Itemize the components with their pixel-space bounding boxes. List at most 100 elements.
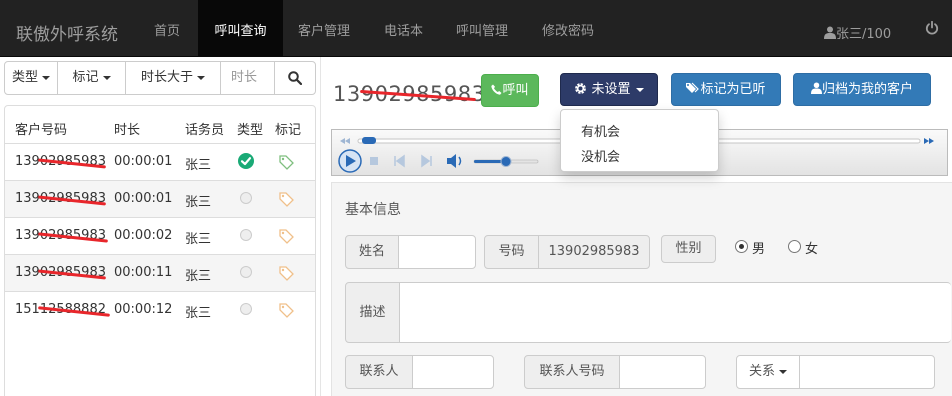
gender-female-label: 女 xyxy=(805,242,819,257)
volume-icon[interactable] xyxy=(447,154,462,168)
gear-icon xyxy=(575,83,587,94)
search-icon xyxy=(288,71,302,85)
volume-handle[interactable] xyxy=(500,156,512,167)
table-row[interactable]: 1390298598300:00:01张三 xyxy=(5,180,315,217)
type-filter-label: 类型 xyxy=(11,70,38,85)
col-header-number: 客户号码 xyxy=(15,123,68,138)
nav-call-management[interactable]: 呼叫管理 xyxy=(456,0,508,57)
unset-status-icon xyxy=(240,229,252,241)
status-button-label: 未设置 xyxy=(591,82,631,97)
duration-filter-dropdown[interactable]: 时长大于 xyxy=(126,62,221,94)
basic-info-title: 基本信息 xyxy=(345,202,401,218)
name-label: 姓名 xyxy=(345,235,399,269)
row-agent: 张三 xyxy=(185,232,212,247)
description-field[interactable] xyxy=(399,282,951,343)
tag-icon[interactable] xyxy=(278,302,294,318)
description-label: 描述 xyxy=(345,282,400,343)
phone-icon xyxy=(491,84,502,95)
chevron-down-icon xyxy=(102,75,111,80)
mark-filter-label: 标记 xyxy=(72,70,99,85)
table-row[interactable]: 1390298598300:00:02张三 xyxy=(5,217,315,254)
row-duration: 00:00:11 xyxy=(114,265,173,280)
mark-listened-label: 标记为已听 xyxy=(700,82,766,97)
power-icon[interactable] xyxy=(925,21,939,35)
nav-change-password[interactable]: 修改密码 xyxy=(542,0,594,57)
row-agent: 张三 xyxy=(185,158,212,173)
duration-input[interactable]: 时长 xyxy=(221,62,275,94)
previous-icon[interactable] xyxy=(394,154,405,168)
col-header-agent: 话务员 xyxy=(185,123,225,138)
user-name: 张三/100 xyxy=(836,27,892,42)
relation-dropdown[interactable]: 关系 xyxy=(736,355,800,389)
checked-icon xyxy=(238,153,254,169)
app-brand[interactable]: 联傲外呼系统 xyxy=(16,20,118,45)
menu-item-no-opportunity[interactable]: 没机会 xyxy=(581,146,620,165)
chevron-down-icon xyxy=(635,87,644,92)
relation-field[interactable] xyxy=(799,355,935,389)
contact-field[interactable] xyxy=(412,355,494,389)
row-agent: 张三 xyxy=(185,269,212,284)
row-duration: 00:00:12 xyxy=(114,302,173,317)
fast-forward-icon[interactable] xyxy=(924,138,934,144)
filter-bar: 类型 标记 时长大于 时长 xyxy=(4,61,316,95)
contact-number-label: 联系人号码 xyxy=(524,355,620,389)
mark-filter-dropdown[interactable]: 标记 xyxy=(58,62,126,94)
gender-male-radio[interactable] xyxy=(735,240,748,253)
tag-icon[interactable] xyxy=(278,191,294,207)
nav-user-menu[interactable]: 张三/100 xyxy=(824,23,891,42)
tag-icon[interactable] xyxy=(278,154,294,170)
table-row[interactable]: 1511258888200:00:12张三 xyxy=(5,291,315,328)
progress-handle[interactable] xyxy=(362,137,376,144)
nav-home[interactable]: 首页 xyxy=(154,0,180,57)
contact-label: 联系人 xyxy=(345,355,413,389)
nav-customer-management[interactable]: 客户管理 xyxy=(298,0,350,57)
archive-customer-button[interactable]: 归档为我的客户 xyxy=(793,73,931,106)
contact-number-field[interactable] xyxy=(619,355,706,389)
row-agent: 张三 xyxy=(185,306,212,321)
call-list-panel: 客户号码 时长 话务员 类型 标记 1390298598300:00:01张三1… xyxy=(4,105,316,396)
row-duration: 00:00:01 xyxy=(114,191,173,206)
number-field: 13902985983 xyxy=(538,235,650,269)
stop-icon[interactable] xyxy=(370,157,378,165)
call-button-label: 呼叫 xyxy=(502,83,529,98)
panel-divider xyxy=(320,57,321,396)
table-row[interactable]: 1390298598300:00:01张三 xyxy=(5,143,315,180)
unset-status-icon xyxy=(240,192,252,204)
chevron-down-icon xyxy=(42,75,50,80)
status-dropdown-button[interactable]: 未设置 xyxy=(560,73,658,106)
col-header-mark: 标记 xyxy=(275,123,302,138)
col-header-type: 类型 xyxy=(237,123,264,138)
row-duration: 00:00:02 xyxy=(114,228,173,243)
tag-icon[interactable] xyxy=(278,228,294,244)
user-icon xyxy=(824,26,836,39)
row-duration: 00:00:01 xyxy=(114,154,173,169)
top-navbar: 联傲外呼系统 首页 呼叫查询 客户管理 电话本 呼叫管理 修改密码 张三/100 xyxy=(0,0,952,57)
search-button[interactable] xyxy=(275,62,316,94)
tags-icon xyxy=(686,82,700,93)
mark-listened-button[interactable]: 标记为已听 xyxy=(671,73,781,106)
number-label: 号码 xyxy=(484,235,539,269)
rewind-icon[interactable] xyxy=(340,138,350,144)
call-button[interactable]: 呼叫 xyxy=(481,74,539,107)
duration-filter-label: 时长大于 xyxy=(140,70,193,85)
gender-female-radio[interactable] xyxy=(788,240,801,253)
play-icon[interactable] xyxy=(338,149,362,173)
row-agent: 张三 xyxy=(185,195,212,210)
unset-status-icon xyxy=(240,303,252,315)
col-header-duration: 时长 xyxy=(114,123,141,138)
next-icon[interactable] xyxy=(421,154,432,168)
chevron-down-icon xyxy=(197,75,205,80)
user-icon xyxy=(810,82,822,94)
type-filter-dropdown[interactable]: 类型 xyxy=(5,62,58,94)
nav-phonebook[interactable]: 电话本 xyxy=(384,0,423,57)
unset-status-icon xyxy=(240,266,252,278)
nav-call-query[interactable]: 呼叫查询 xyxy=(198,0,283,57)
name-field[interactable] xyxy=(398,235,476,269)
gender-male-label: 男 xyxy=(752,242,766,257)
tag-icon[interactable] xyxy=(278,265,294,281)
gender-label: 性别 xyxy=(661,235,716,263)
chevron-down-icon xyxy=(779,369,787,374)
archive-button-label: 归档为我的客户 xyxy=(821,82,913,97)
menu-item-has-opportunity[interactable]: 有机会 xyxy=(581,121,620,140)
table-row[interactable]: 1390298598300:00:11张三 xyxy=(5,254,315,291)
